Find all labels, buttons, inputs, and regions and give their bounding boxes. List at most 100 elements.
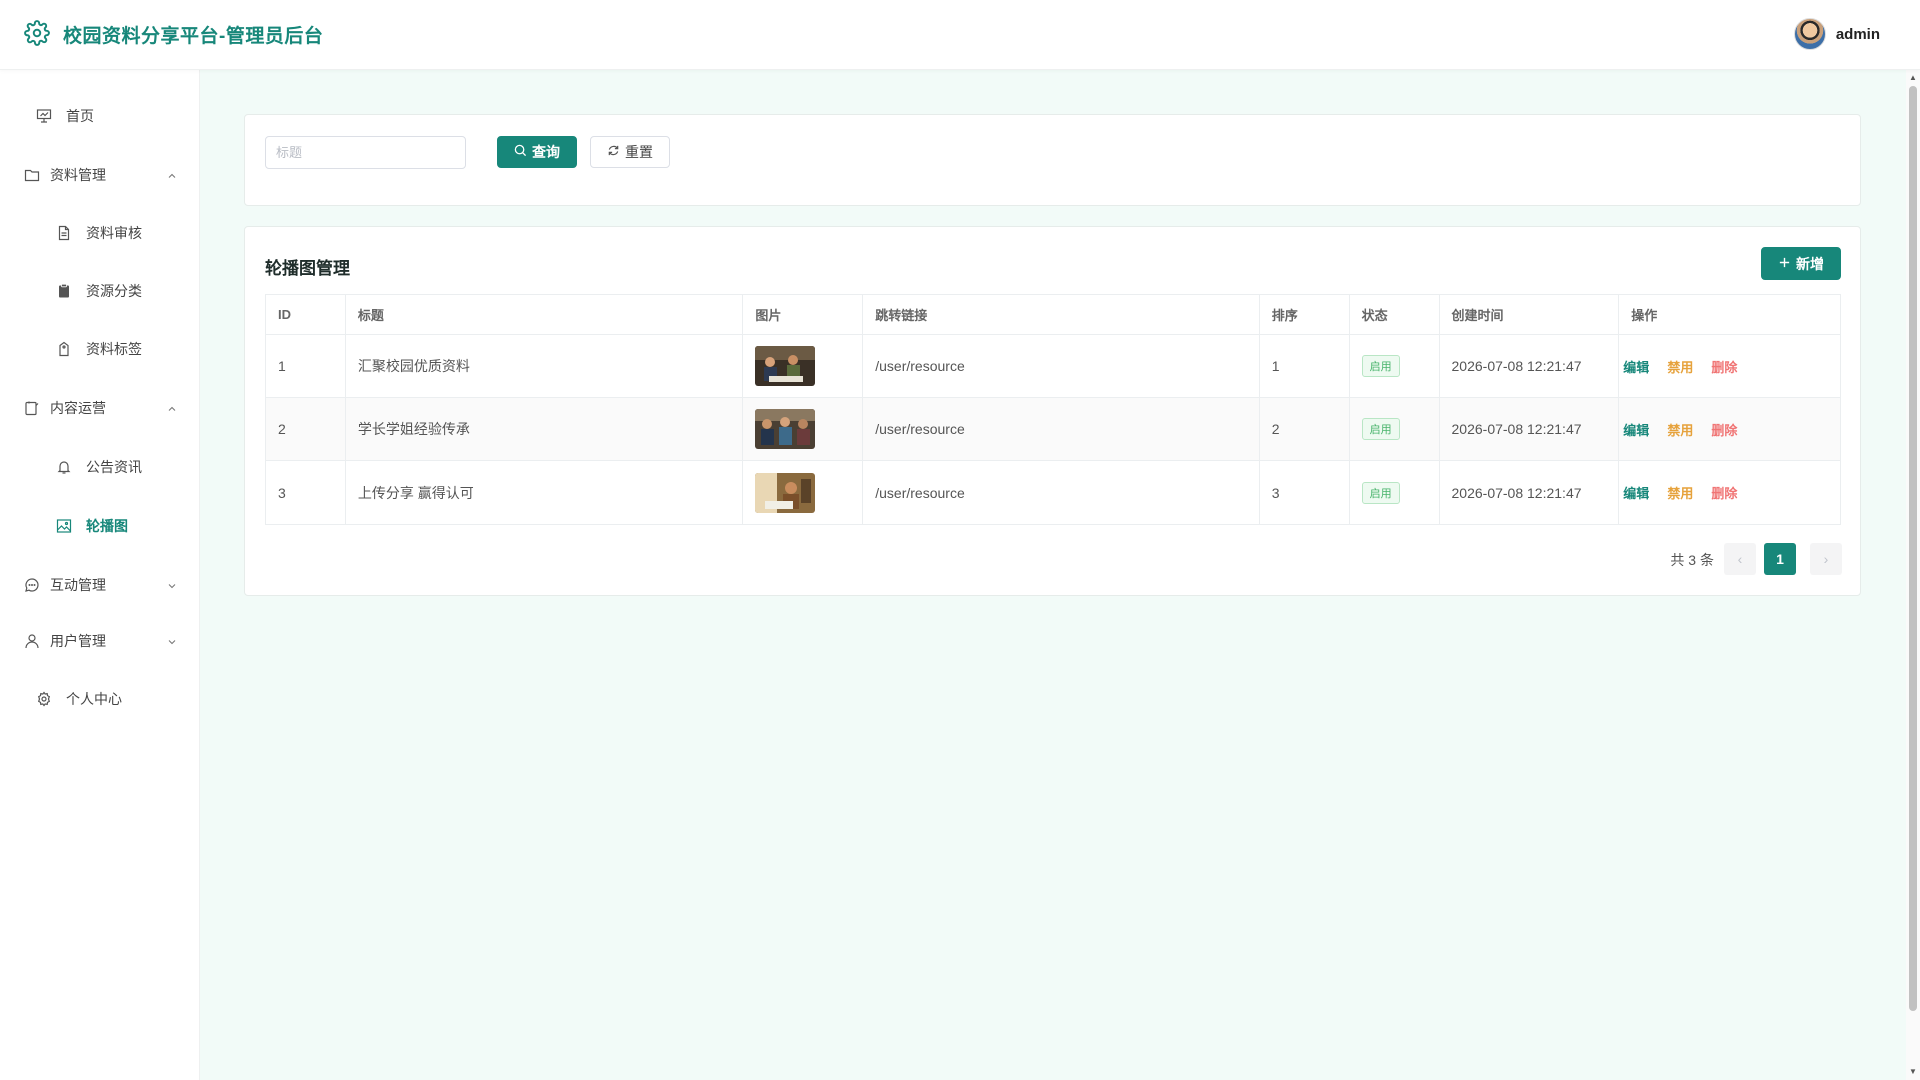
cell-sort: 3 <box>1260 461 1350 524</box>
avatar[interactable] <box>1793 18 1826 50</box>
sidebar-group-resource[interactable]: 资料管理 <box>0 152 200 198</box>
cell-created-time: 2026-07-08 12:21:47 <box>1440 461 1620 524</box>
delete-button[interactable]: 删除 <box>1711 420 1737 439</box>
prev-page-button[interactable]: ‹ <box>1724 543 1756 575</box>
chevron-down-icon <box>166 635 178 647</box>
user-name[interactable]: admin <box>1836 26 1880 43</box>
sidebar-item-announcement[interactable]: 公告资讯 <box>0 444 200 490</box>
picture-icon <box>56 518 72 534</box>
cell-id: 2 <box>266 398 346 460</box>
carousel-thumbnail[interactable] <box>755 346 816 386</box>
edit-button[interactable]: 编辑 <box>1623 483 1649 502</box>
refresh-icon <box>607 144 625 160</box>
pagination: 共 3 条 ‹ 1 › <box>245 543 1862 575</box>
brand: 校园资料分享平台-管理员后台 <box>24 20 323 49</box>
cell-created-time: 2026-07-08 12:21:47 <box>1440 335 1620 397</box>
sidebar-group-users[interactable]: 用户管理 <box>0 618 200 664</box>
sidebar-item-label: 用户管理 <box>50 633 106 649</box>
cell-status: 启用 <box>1350 335 1440 397</box>
cell-actions: 编辑 禁用 删除 <box>1619 461 1840 524</box>
sidebar-group-interaction[interactable]: 互动管理 <box>0 562 200 608</box>
cell-image <box>743 335 864 397</box>
cell-image <box>743 398 864 460</box>
cell-link: /user/resource <box>863 461 1260 524</box>
edit-button[interactable]: 编辑 <box>1623 420 1649 439</box>
table-header-row: ID 标题 图片 跳转链接 排序 状态 创建时间 操作 <box>266 295 1840 335</box>
cell-image <box>743 461 864 524</box>
sidebar-item-label: 首页 <box>66 108 94 124</box>
chevron-up-icon <box>166 402 178 414</box>
column-header: ID <box>266 295 346 334</box>
document-icon <box>56 225 72 241</box>
carousel-table-panel: 轮播图管理 新增 ID 标题 图片 跳转链接 排序 状态 创建时间 操作 1 汇… <box>244 226 1861 596</box>
scroll-up-arrow-icon[interactable]: ▲ <box>1906 72 1920 84</box>
folder-icon <box>24 167 40 183</box>
cell-title: 学长学姐经验传承 <box>346 398 744 460</box>
disable-button[interactable]: 禁用 <box>1667 483 1693 502</box>
sidebar-item-profile[interactable]: 个人中心 <box>0 676 200 722</box>
sidebar-item-resource-category[interactable]: 资源分类 <box>0 268 200 314</box>
column-header: 状态 <box>1350 295 1440 334</box>
sidebar-group-content[interactable]: 内容运营 <box>0 385 200 431</box>
search-icon <box>514 144 532 160</box>
cell-sort: 1 <box>1260 335 1350 397</box>
query-button-label: 查询 <box>532 144 560 160</box>
search-panel: 查询 重置 <box>244 114 1861 206</box>
column-header: 图片 <box>743 295 864 334</box>
add-button[interactable]: 新增 <box>1761 247 1841 280</box>
cell-link: /user/resource <box>863 398 1260 460</box>
disable-button[interactable]: 禁用 <box>1667 357 1693 376</box>
bell-icon <box>56 459 72 475</box>
user-menu[interactable]: admin <box>1793 18 1880 50</box>
sidebar-item-carousel[interactable]: 轮播图 <box>0 503 200 549</box>
sidebar-item-label: 互动管理 <box>50 577 106 593</box>
next-page-button[interactable]: › <box>1810 543 1842 575</box>
scroll-down-arrow-icon[interactable]: ▼ <box>1906 1066 1920 1078</box>
cell-id: 3 <box>266 461 346 524</box>
disable-button[interactable]: 禁用 <box>1667 420 1693 439</box>
reset-button[interactable]: 重置 <box>590 136 670 168</box>
gear-logo-icon <box>24 20 50 49</box>
sidebar-item-resource-tag[interactable]: 资料标签 <box>0 326 200 372</box>
title-search-input[interactable] <box>265 136 466 169</box>
total-count: 共 3 条 <box>1670 552 1714 568</box>
cell-link: /user/resource <box>863 335 1260 397</box>
cell-status: 启用 <box>1350 461 1440 524</box>
plus-icon <box>1778 256 1796 272</box>
table-title: 轮播图管理 <box>265 259 350 278</box>
carousel-table: ID 标题 图片 跳转链接 排序 状态 创建时间 操作 1 汇聚校园优质资料 /… <box>265 294 1841 525</box>
status-badge: 启用 <box>1361 481 1400 504</box>
delete-button[interactable]: 删除 <box>1711 357 1737 376</box>
page-scrollbar[interactable]: ▲ ▼ <box>1906 70 1920 1080</box>
carousel-thumbnail[interactable] <box>755 409 816 449</box>
cell-actions: 编辑 禁用 删除 <box>1619 398 1840 460</box>
column-header: 创建时间 <box>1440 295 1620 334</box>
cell-status: 启用 <box>1350 398 1440 460</box>
sidebar-item-label: 轮播图 <box>86 518 128 534</box>
table-row: 1 汇聚校园优质资料 /user/resource 1 启用 2026-07-0… <box>266 335 1840 398</box>
delete-button[interactable]: 删除 <box>1711 483 1737 502</box>
column-header: 操作 <box>1631 308 1658 323</box>
sidebar-item-label: 个人中心 <box>66 691 122 707</box>
sidebar-item-label: 资料审核 <box>86 225 142 241</box>
chat-icon <box>24 577 40 593</box>
cell-id: 1 <box>266 335 346 397</box>
cell-actions: 编辑 禁用 删除 <box>1619 335 1840 397</box>
carousel-thumbnail[interactable] <box>755 472 816 513</box>
sidebar-item-home[interactable]: 首页 <box>0 93 200 139</box>
sidebar-item-resource-review[interactable]: 资料审核 <box>0 210 200 256</box>
column-header: 排序 <box>1260 295 1350 334</box>
scroll-thumb[interactable] <box>1909 86 1917 1011</box>
query-button[interactable]: 查询 <box>497 136 577 168</box>
cell-title: 上传分享 赢得认可 <box>346 461 744 524</box>
gear-icon <box>36 691 52 707</box>
notebook-icon <box>24 400 40 416</box>
page-number-button[interactable]: 1 <box>1764 543 1796 575</box>
sidebar-item-label: 资料管理 <box>50 167 106 183</box>
status-badge: 启用 <box>1361 418 1400 440</box>
chevron-down-icon <box>166 579 178 591</box>
edit-button[interactable]: 编辑 <box>1623 357 1649 376</box>
sidebar-item-label: 公告资讯 <box>86 459 142 475</box>
top-header: 校园资料分享平台-管理员后台 admin <box>0 0 1920 70</box>
cell-sort: 2 <box>1260 398 1350 460</box>
